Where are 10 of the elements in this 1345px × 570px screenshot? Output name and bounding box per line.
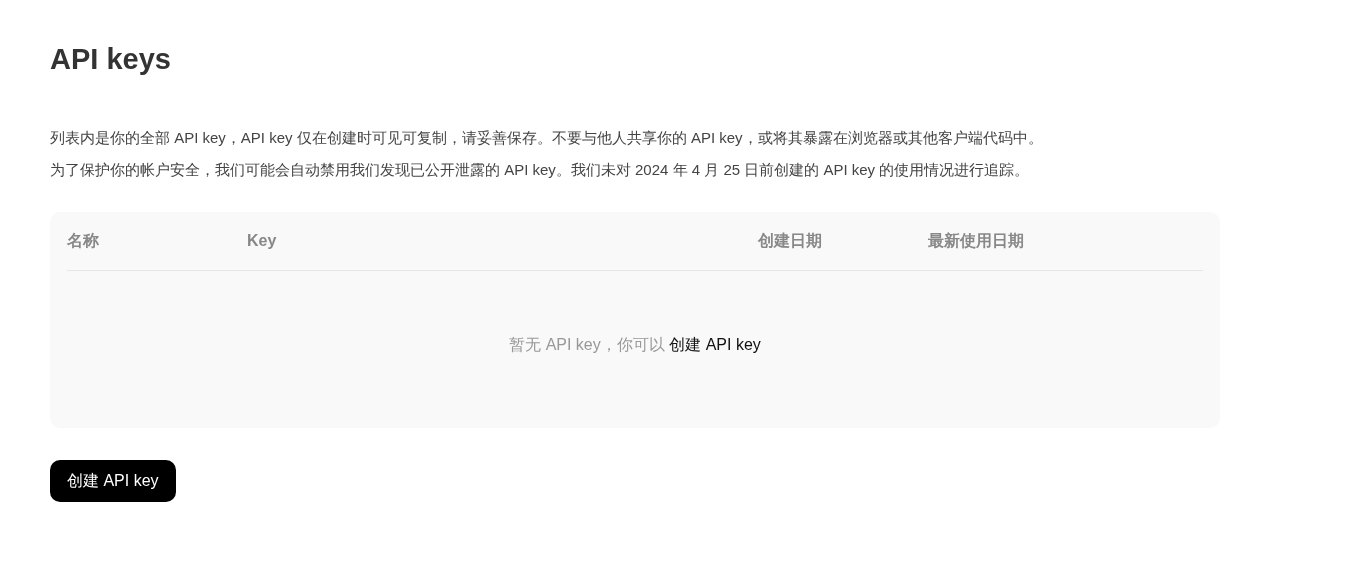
column-header: Key (247, 232, 277, 249)
column-header: 创建日期 (758, 231, 822, 249)
description-text: 为了保护你的帐户安全，我们可能会自动禁用我们发现已公开泄露的 API key。我们未对 2024 年 4 月 25 日前创建的 API key 的使用情况进行追踪。 (50, 160, 1031, 180)
empty-state-text: 暂无 API key，你可以 创建 API key (509, 335, 761, 355)
column-header: 名称 (67, 231, 99, 249)
column-header: 最新使用日期 (928, 231, 1024, 249)
create-api-key-button[interactable]: 创建 API key (50, 460, 176, 502)
description-text: 列表内是你的全部 API key，API key 仅在创建时可见可复制，请妥善保存。不要与他人共享你的 API key，或将其暴露在浏览器或其他客户端代码中。 (50, 128, 1044, 148)
create-api-key-link[interactable]: 创建 API key (669, 336, 761, 353)
page-title: API keys (50, 42, 172, 77)
